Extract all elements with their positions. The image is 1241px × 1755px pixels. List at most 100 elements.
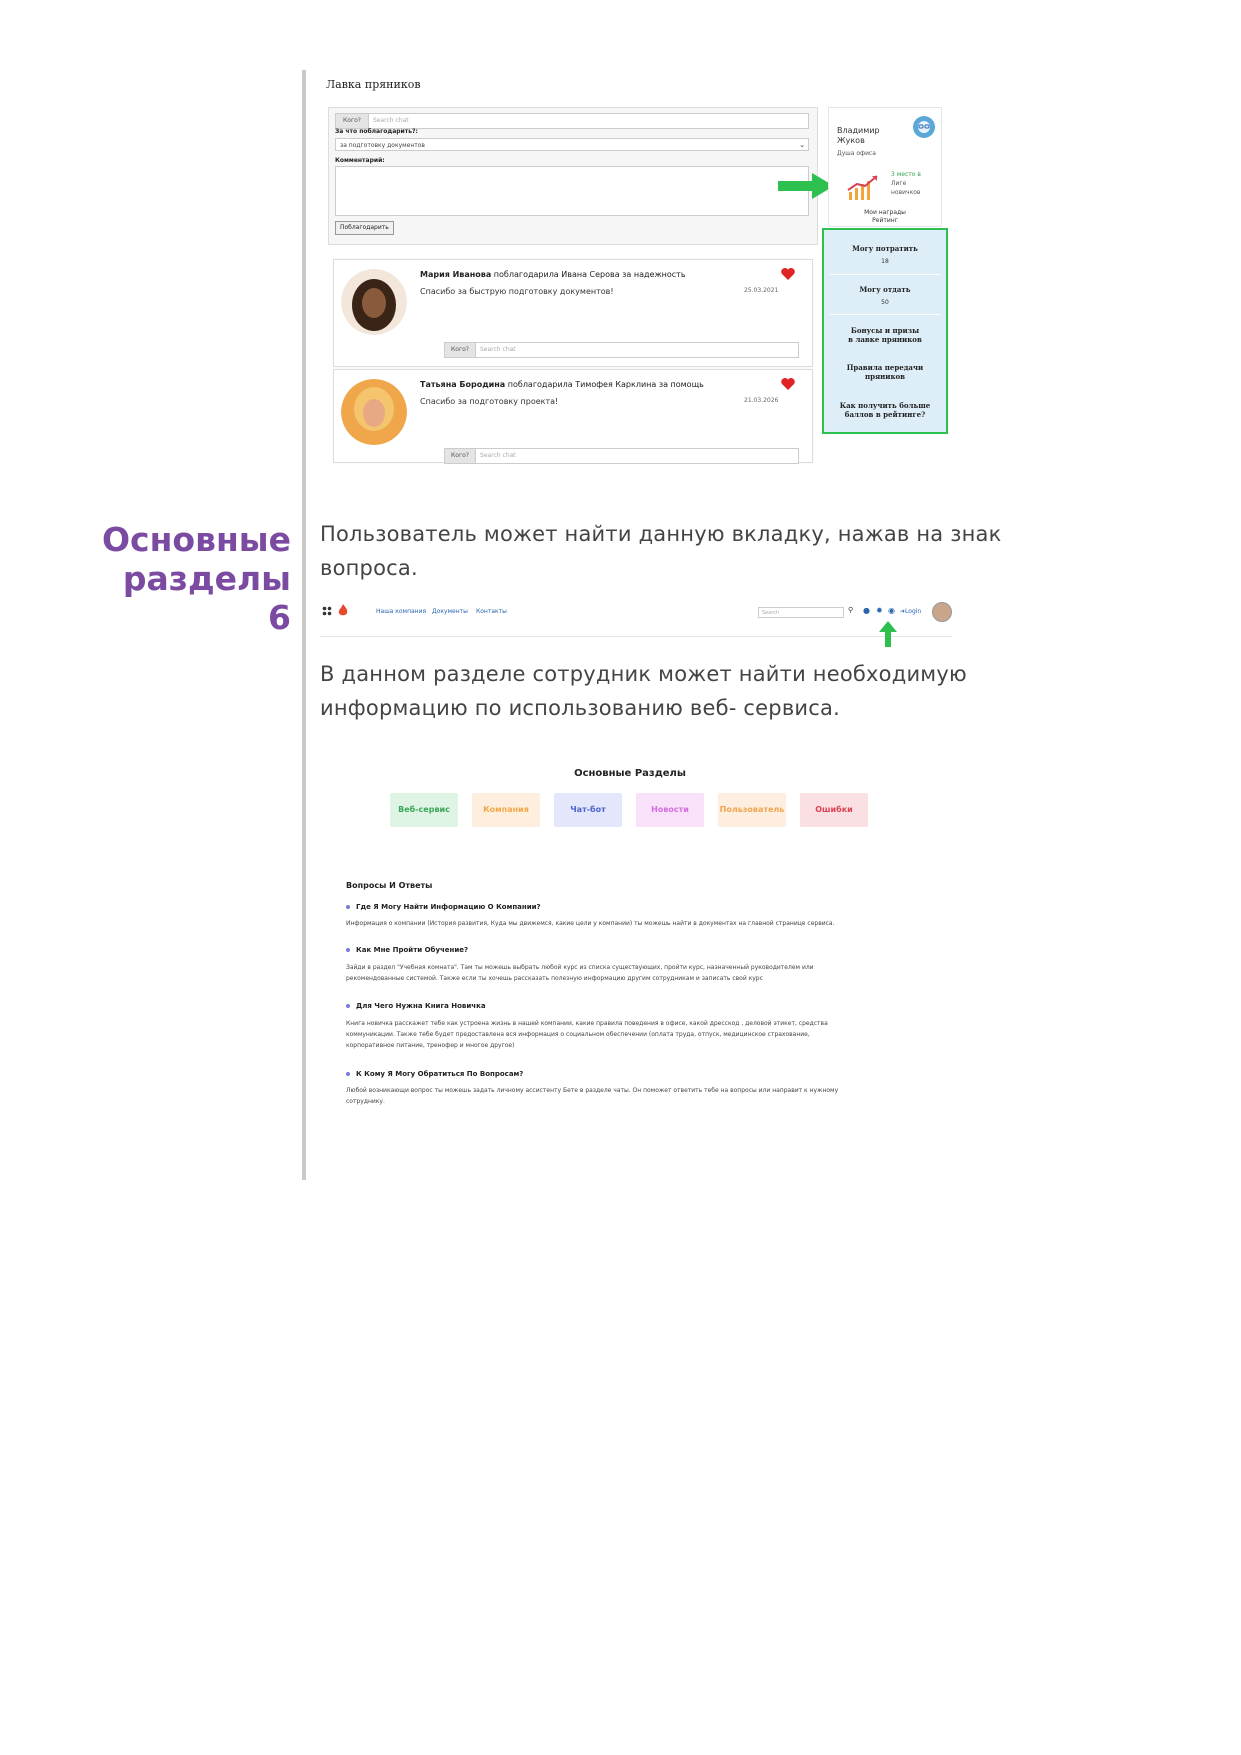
- green-arrow-right-icon: [778, 173, 834, 199]
- faq-title: Вопросы И Ответы: [346, 881, 433, 890]
- section-number: 6: [268, 598, 291, 637]
- bonuses-link[interactable]: Бонусы и призы в лавке пряников: [824, 326, 946, 344]
- profile-name: Владимир Жуков: [837, 126, 880, 146]
- rules-link[interactable]: Правила передачи пряников: [824, 363, 946, 381]
- faq-question[interactable]: Для Чего Нужна Книга Новичка: [346, 1002, 486, 1010]
- rules-line1: Правила передачи: [846, 363, 924, 372]
- thank-button[interactable]: Поблагодарить: [335, 221, 394, 235]
- nav-link-company[interactable]: Наша компания: [376, 608, 426, 615]
- author-avatar: [341, 379, 407, 445]
- can-give-value: 50: [881, 299, 889, 306]
- category-errors[interactable]: Ошибки: [800, 793, 868, 827]
- section-heading: Основные разделы 6: [31, 520, 291, 637]
- faq-answer: Зайди в раздел "Учебная комната". Там ты…: [346, 962, 916, 984]
- bullet-icon: [346, 1004, 350, 1008]
- faq-question-text: К Кому Я Могу Обратиться По Вопросам?: [356, 1070, 524, 1078]
- post-author[interactable]: Мария Иванова: [420, 270, 491, 279]
- apps-grid-icon[interactable]: [322, 606, 332, 616]
- category-news[interactable]: Новости: [636, 793, 704, 827]
- page-vertical-rule: [302, 70, 306, 1180]
- main-sections-title: Основные Разделы: [574, 768, 686, 779]
- post-reply-input-group[interactable]: Кого? Search chat: [444, 448, 799, 464]
- nav-link-documents[interactable]: Документы: [432, 608, 468, 615]
- nav-link-contacts[interactable]: Контакты: [476, 608, 507, 615]
- can-give-label[interactable]: Могу отдать: [824, 285, 946, 294]
- chevron-down-icon: ⌄: [799, 141, 805, 149]
- user-avatar[interactable]: [932, 602, 952, 622]
- post-header: Мария Иванова поблагодарила Ивана Серова…: [420, 270, 686, 279]
- whom-input-group[interactable]: Кого? Search chat: [335, 113, 809, 129]
- my-awards-link[interactable]: Мои награды: [829, 209, 941, 216]
- profile-league-line1: Лиге: [891, 180, 907, 187]
- rating-link[interactable]: Рейтинг: [829, 217, 941, 224]
- faq-question-text: Где Я Могу Найти Информацию О Компании?: [356, 903, 541, 911]
- heart-icon[interactable]: [780, 266, 796, 282]
- avatar-face-icon: [918, 121, 930, 133]
- reason-select[interactable]: за подготовку документов ⌄: [335, 138, 809, 151]
- faq-answer-line: Информация о компании (История развития,…: [346, 920, 835, 927]
- faq-answer-line: Книга новичка расскажет тебе как устроен…: [346, 1020, 828, 1027]
- whom-search-input[interactable]: Search chat: [369, 113, 809, 129]
- profile-league-line2: новичков: [891, 189, 921, 196]
- bell-icon[interactable]: ●: [863, 606, 870, 615]
- profile-name-line2: Жуков: [837, 136, 865, 145]
- faq-answer-line: Зайди в раздел "Учебная комната". Там ты…: [346, 964, 814, 971]
- profile-league-place: 3 место в Лиге новичков: [891, 170, 937, 197]
- paragraph-line: Пользователь может найти данную вкладку,…: [320, 522, 1002, 546]
- post-whom-addon: Кого?: [444, 448, 476, 464]
- thanks-post: Татьяна Бородина поблагодарила Тимофея К…: [333, 369, 813, 464]
- post-search-input[interactable]: Search chat: [476, 342, 799, 358]
- menu-divider: [830, 274, 940, 275]
- gear-icon[interactable]: ✹: [876, 606, 883, 615]
- rules-line2: пряников: [864, 372, 906, 381]
- faq-question[interactable]: К Кому Я Могу Обратиться По Вопросам?: [346, 1070, 523, 1078]
- green-arrow-up-icon: [879, 621, 897, 647]
- nav-search-input[interactable]: Search: [758, 607, 844, 618]
- category-user[interactable]: Пользователь: [718, 793, 786, 827]
- shop-side-menu: Могу потратить 18 Могу отдать 50 Бонусы …: [822, 228, 948, 434]
- comment-textarea[interactable]: [335, 166, 809, 216]
- bonuses-line2: в лавке пряников: [848, 335, 922, 344]
- paragraph-line: вопроса.: [320, 556, 418, 580]
- post-reply-input-group[interactable]: Кого? Search chat: [444, 342, 799, 358]
- faq-answer: Любой возникающи вопрос ты можешь задать…: [346, 1085, 916, 1107]
- reason-select-value: за подготовку документов: [340, 142, 425, 149]
- post-date: 25.03.2021: [744, 287, 779, 294]
- more-points-line1: Как получить больше: [839, 401, 931, 410]
- paragraph-help-hint: Пользователь может найти данную вкладку,…: [320, 517, 1002, 585]
- more-points-link[interactable]: Как получить больше баллов в рейтинге?: [824, 401, 946, 419]
- login-link[interactable]: ➜Login: [900, 608, 921, 615]
- faq-answer: Книга новичка расскажет тебе как устроен…: [346, 1018, 916, 1051]
- faq-question[interactable]: Как Мне Пройти Обучение?: [346, 946, 468, 954]
- flame-logo-icon[interactable]: [338, 604, 348, 616]
- category-chatbot[interactable]: Чат-бот: [554, 793, 622, 827]
- rating-chart-icon: [847, 175, 878, 200]
- can-spend-label[interactable]: Могу потратить: [824, 244, 946, 253]
- post-search-input[interactable]: Search chat: [476, 448, 799, 464]
- faq-question-text: Для Чего Нужна Книга Новичка: [356, 1002, 486, 1010]
- more-points-line2: баллов в рейтинге?: [844, 410, 926, 419]
- thanks-post: Мария Иванова поблагодарила Ивана Серова…: [333, 259, 813, 367]
- faq-answer-line: Любой возникающи вопрос ты можешь задать…: [346, 1087, 839, 1094]
- post-action: поблагодарила Тимофея Карклина за помощь: [505, 380, 704, 389]
- search-icon[interactable]: ⚲: [848, 606, 853, 614]
- faq-answer-line: сотруднику.: [346, 1098, 385, 1105]
- question-icon[interactable]: ◉: [888, 606, 895, 615]
- whom-addon: Кого?: [335, 113, 369, 129]
- reason-label: За что поблагодарить?:: [335, 128, 418, 135]
- menu-divider: [830, 314, 940, 315]
- shop-title: Лавка пряников: [326, 78, 421, 91]
- faq-answer-line: рекомендованные системой. Также если ты …: [346, 975, 763, 982]
- faq-answer-line: коммуникации. Также тебе будет предостав…: [346, 1031, 810, 1038]
- post-author[interactable]: Татьяна Бородина: [420, 380, 505, 389]
- can-spend-value: 18: [881, 258, 889, 265]
- comment-label: Комментарий:: [335, 157, 385, 164]
- navbar: Наша компания Документы Контакты Search …: [320, 598, 952, 637]
- category-company[interactable]: Компания: [472, 793, 540, 827]
- heart-icon[interactable]: [780, 376, 796, 392]
- faq-answer: Информация о компании (История развития,…: [346, 918, 916, 929]
- category-web-service[interactable]: Веб-сервис: [390, 793, 458, 827]
- faq-question-text: Как Мне Пройти Обучение?: [356, 946, 469, 954]
- faq-question[interactable]: Где Я Могу Найти Информацию О Компании?: [346, 903, 541, 911]
- post-message: Спасибо за подготовку проекта!: [420, 397, 559, 406]
